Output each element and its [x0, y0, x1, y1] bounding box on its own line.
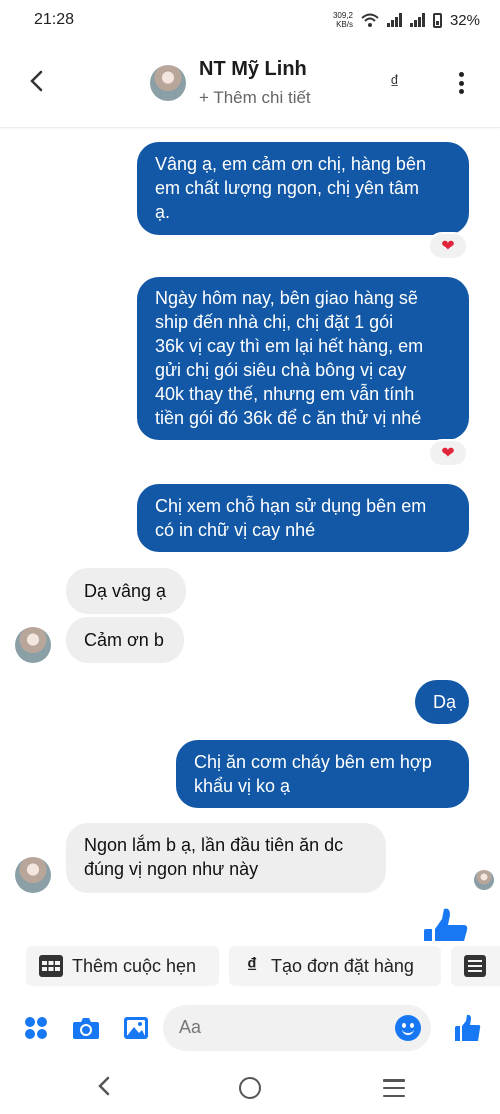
message-line: ship đến nhà chị, chị đặt 1 gói [155, 312, 394, 332]
camera-button[interactable] [72, 1014, 100, 1042]
heart-reaction-icon[interactable]: ❤ [428, 232, 468, 260]
like-button[interactable] [452, 1014, 482, 1042]
message-line: Dạ vâng ạ [84, 581, 167, 601]
add-appointment-button[interactable]: Thêm cuộc hẹn [26, 946, 219, 986]
battery-icon [432, 12, 442, 28]
message-bubble[interactable]: Chị xem chỗ hạn sử dụng bên em có in chữ… [137, 484, 469, 552]
message-bubble[interactable]: Vâng ạ, em cảm ơn chị, hàng bên em chất … [137, 142, 469, 235]
conversation-header: NT Mỹ Linh + Thêm chi tiết ₫ [0, 40, 500, 128]
contact-avatar[interactable] [150, 65, 186, 101]
contact-avatar-small[interactable] [15, 627, 51, 663]
wifi-icon [361, 13, 379, 27]
status-bar: 21:28 309,2 KB/s 32% [0, 0, 500, 40]
back-button[interactable] [22, 66, 52, 96]
create-order-button[interactable]: ₫ Tạo đơn đặt hàng [229, 946, 441, 986]
message-bubble[interactable]: Dạ [415, 680, 469, 724]
message-bubble[interactable]: Dạ vâng ạ [66, 568, 186, 614]
thumbs-up-icon [455, 1014, 481, 1041]
message-line: khẩu vị ko ạ [194, 776, 291, 796]
add-details-link[interactable]: + Thêm chi tiết [199, 88, 311, 108]
nav-home-button[interactable] [239, 1077, 261, 1099]
message-input-placeholder: Aa [179, 1017, 202, 1037]
emoji-icon[interactable] [395, 1015, 421, 1041]
battery-level: 32% [449, 11, 480, 29]
apps-grid-icon [25, 1017, 47, 1039]
message-line: Vâng ạ, em cảm ơn chị, hàng bên [155, 154, 426, 174]
quick-action-label: Tạo đơn đặt hàng [271, 955, 414, 976]
message-line: 40k thay thế, nhưng em vẫn tính [155, 384, 415, 404]
apps-button[interactable] [22, 1014, 50, 1042]
message-bubble[interactable]: Ngày hôm nay, bên giao hàng sẽ ship đến … [137, 277, 469, 440]
network-speed: 309,2 KB/s [333, 11, 353, 29]
message-line: gửi chị gói siêu chà bông vị cay [155, 360, 407, 380]
calendar-icon [38, 954, 64, 978]
status-time: 21:28 [34, 11, 75, 28]
message-input[interactable]: Aa [163, 1005, 431, 1051]
message-line: có in chữ vị cay nhé [155, 520, 316, 540]
message-line: Chị ăn cơm cháy bên em hợp [194, 752, 432, 772]
dong-icon[interactable]: ₫ [390, 72, 399, 93]
message-line: đúng vị ngon như này [84, 859, 259, 879]
contact-name[interactable]: NT Mỹ Linh [199, 58, 307, 81]
signal-icon [386, 13, 402, 27]
network-speed-value: 309,2 [332, 11, 353, 20]
seen-avatar-icon [474, 870, 494, 890]
message-line: Dạ [433, 692, 457, 712]
like-thumb-sent-icon [424, 908, 468, 941]
more-options-icon[interactable] [456, 72, 466, 94]
message-line: 36k vị cay thì em lại hết hàng, em [155, 336, 424, 356]
chevron-left-icon [30, 70, 43, 92]
list-icon [463, 954, 487, 978]
message-line: ạ. [155, 202, 171, 222]
dong-icon: ₫ [246, 954, 258, 977]
message-line: Chị xem chỗ hạn sử dụng bên em [155, 496, 427, 516]
gallery-button[interactable] [122, 1014, 150, 1042]
nav-back-button[interactable] [92, 1072, 116, 1107]
nav-back-icon [98, 1076, 110, 1096]
contact-avatar-small[interactable] [15, 857, 51, 893]
message-line: em chất lượng ngon, chị yên tâm [155, 178, 419, 198]
camera-icon [73, 1018, 99, 1039]
signal-icon-2 [409, 13, 425, 27]
message-line: tiền gói đó 36k để c ăn thử vị nhé [155, 408, 422, 428]
message-bubble[interactable]: Chị ăn cơm cháy bên em hợp khẩu vị ko ạ [176, 740, 469, 808]
image-icon [124, 1017, 148, 1039]
more-quick-action-button[interactable] [451, 946, 500, 986]
nav-recent-apps-button[interactable] [383, 1079, 405, 1097]
message-bubble[interactable]: Cảm ơn b [66, 617, 184, 663]
message-bubble[interactable]: Ngon lắm b ạ, lần đầu tiên ăn dc đúng vị… [66, 823, 386, 893]
system-navigation-bar [0, 1062, 500, 1114]
heart-reaction-icon[interactable]: ❤ [428, 439, 468, 467]
quick-action-label: Thêm cuộc hẹn [72, 955, 197, 976]
message-composer: Aa [0, 1002, 500, 1054]
message-line: Ngày hôm nay, bên giao hàng sẽ [155, 288, 418, 308]
message-line: Cảm ơn b [84, 630, 164, 650]
message-line: Ngon lắm b ạ, lần đầu tiên ăn dc [84, 835, 344, 855]
network-speed-unit: KB/s [336, 20, 353, 29]
